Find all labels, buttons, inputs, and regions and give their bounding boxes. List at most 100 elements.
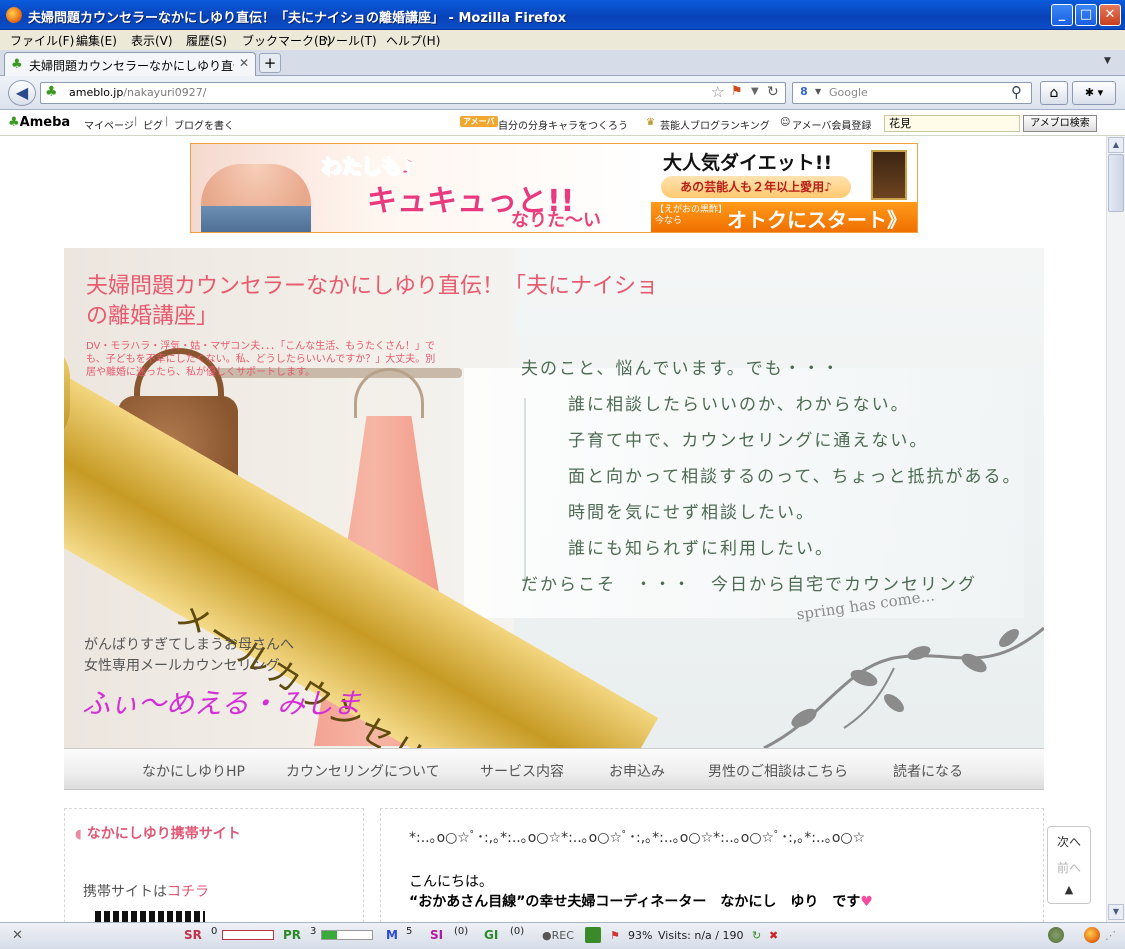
ameblo-search-button[interactable]: アメブロ検索 — [1023, 115, 1097, 132]
pin-icon: ◖ — [75, 827, 82, 842]
nav-hp[interactable]: なかにしゆりHP — [142, 761, 245, 781]
sidebar-mobile-line: 携帯サイトはコチラ — [83, 884, 209, 900]
tab-active[interactable]: ♣ 夫婦問題カウンセラーなかにしゆり直伝！「夫... ✕ — [4, 52, 256, 76]
menu-help[interactable]: ヘルプ(H) — [386, 32, 440, 49]
refresh-status-icon[interactable]: ↻ — [752, 929, 761, 942]
extension-button[interactable]: ✱ ▾ — [1072, 81, 1116, 105]
url-dropdown-icon[interactable]: ▼ — [751, 86, 759, 97]
ameba-link-pigg[interactable]: ピグ — [143, 117, 163, 132]
search-icon[interactable]: ⚲ — [1011, 83, 1022, 101]
flag-icon[interactable]: ⚑ — [731, 84, 743, 99]
window-titlebar: 夫婦問題カウンセラーなかにしゆり直伝！「夫にナイショの離婚講座」 - Mozil… — [0, 0, 1125, 30]
menu-view[interactable]: 表示(V) — [131, 32, 173, 49]
sr-bar — [222, 930, 274, 940]
copy-line-3: 子育て中で、カウンセリングに通えない。 — [568, 431, 929, 451]
maximize-button[interactable]: □ — [1075, 4, 1097, 26]
close-addon-bar-icon[interactable]: ✕ — [12, 928, 23, 943]
main-article: *:..｡o○☆ﾟ･:,｡*:..｡o○☆*:..｡o○☆ﾟ･:,｡*:..｡o… — [380, 808, 1044, 922]
site-identity-icon: ♣ — [45, 84, 58, 100]
mobile-site-link[interactable]: コチラ — [167, 884, 209, 900]
sidebar-heading: ◖ なかにしゆり携帯サイト — [75, 826, 241, 842]
zoom-level: 93% — [628, 929, 653, 942]
blog-title[interactable]: 夫婦問題カウンセラーなかにしゆり直伝！「夫にナイショの離婚講座」 — [86, 272, 676, 332]
minimize-button[interactable]: _ — [1051, 4, 1073, 26]
search-input[interactable]: Google — [829, 86, 868, 99]
pr-bar — [321, 930, 373, 940]
page-content: わたしも♪ キュキュっと!! なりた〜い 大人気ダイエット!! あの芸能人も２年… — [0, 136, 1106, 922]
reload-icon[interactable]: ↻ — [767, 84, 779, 100]
bookmark-star-icon[interactable]: ☆ — [711, 83, 724, 101]
menu-edit[interactable]: 編集(E) — [76, 32, 117, 49]
close-button[interactable]: ✕ — [1099, 4, 1121, 26]
ad-right-title: 大人気ダイエット!! — [663, 152, 833, 174]
rec-indicator[interactable]: ●REC — [542, 929, 574, 942]
firefox-status-icon[interactable] — [1084, 927, 1100, 943]
next-button[interactable]: 次へ — [1048, 833, 1090, 850]
window-title: 夫婦問題カウンセラーなかにしゆり直伝！「夫にナイショの離婚講座」 - Mozil… — [28, 11, 567, 26]
copy-line-7: だからこそ ・・・ 今日から自宅でカウンセリング — [521, 575, 977, 595]
scroll-thumb[interactable] — [1108, 154, 1124, 212]
register-link[interactable]: アメーバ会員登録 — [792, 117, 871, 132]
nav-apply[interactable]: お申込み — [609, 761, 665, 781]
ameba-logo[interactable]: ♣Ameba — [8, 115, 70, 130]
menu-bookmarks[interactable]: ブックマーク(B) — [242, 32, 332, 49]
tab-close-icon[interactable]: ✕ — [239, 56, 249, 70]
navigation-toolbar: ◀ ♣ ameblo.jp/nakayuri0927/ ☆ ⚑ ▼ ↻ 8 ▼ … — [0, 76, 1125, 110]
ameba-promo-link[interactable]: 自分の分身キャラをつくろう — [498, 117, 628, 132]
page-float-nav: 次へ 前へ ▲ — [1047, 826, 1091, 904]
si-label: SI — [430, 928, 444, 942]
pr-label: PR — [283, 928, 302, 942]
article-decoration: *:..｡o○☆ﾟ･:,｡*:..｡o○☆*:..｡o○☆ﾟ･:,｡*:..｡o… — [409, 830, 866, 846]
url-bar[interactable]: ♣ ameblo.jp/nakayuri0927/ ☆ ⚑ ▼ ↻ — [40, 82, 786, 104]
new-tab-button[interactable]: + — [259, 53, 281, 73]
vine-decoration — [763, 626, 1044, 748]
scroll-top-icon[interactable]: ▲ — [1048, 883, 1090, 896]
ameblo-search-input[interactable]: 花見 — [884, 115, 1020, 132]
copy-line-5: 時間を気にせず相談したい。 — [568, 503, 815, 523]
tab-list-icon[interactable]: ▼ — [1104, 56, 1111, 66]
menu-history[interactable]: 履歴(S) — [186, 32, 227, 49]
addon-icon[interactable] — [1048, 927, 1064, 943]
home-button[interactable]: ⌂ — [1040, 81, 1068, 105]
bug-icon: ✱ ▾ — [1084, 86, 1104, 99]
sr-label: SR — [184, 928, 202, 942]
engine-dropdown-icon[interactable]: ▼ — [815, 87, 821, 96]
search-bar[interactable]: 8 ▼ Google ⚲ — [792, 82, 1032, 104]
vertical-scrollbar[interactable]: ▲ ▼ — [1106, 136, 1125, 922]
blog-description: DV・モラハラ・浮気・姑・マザコン夫．．．「こんな生活、もうたくさん！」でも、子… — [86, 341, 436, 378]
ranking-link[interactable]: 芸能人ブログランキング — [660, 117, 770, 132]
article-intro: “おかあさん目線”の幸せ夫婦コーディネーター なかにし ゆり です♥ — [409, 894, 873, 910]
ameba-link-mypage[interactable]: マイページ — [84, 117, 134, 132]
nav-subscribe[interactable]: 読者になる — [893, 761, 963, 781]
nav-about-counseling[interactable]: カウンセリングについて — [286, 761, 440, 781]
scroll-down-icon[interactable]: ▼ — [1108, 904, 1124, 920]
pr-bar-fill — [322, 931, 337, 939]
tab-label: 夫婦問題カウンセラーなかにしゆり直伝！「夫... — [29, 59, 234, 73]
ameba-link-write[interactable]: ブログを書く — [174, 117, 234, 132]
header-subtitle-2: 女性専用メールカウンセリング — [84, 658, 280, 674]
resize-grip-icon[interactable]: ⋰ — [1105, 929, 1116, 942]
copy-line-2: 誰に相談したらいいのか、わからない。 — [568, 395, 910, 415]
nav-services[interactable]: サービス内容 — [480, 761, 564, 781]
ad-banner[interactable]: わたしも♪ キュキュっと!! なりた〜い 大人気ダイエット!! あの芸能人も２年… — [190, 143, 918, 233]
m-label: M — [386, 928, 398, 942]
blog-header: メールカウンセリング spring has come... 夫婦問題カウンセラー… — [64, 248, 1044, 748]
google-engine-icon[interactable]: 8 — [796, 85, 812, 101]
tab-bar: ♣ 夫婦問題カウンセラーなかにしゆり直伝！「夫... ✕ + ▼ — [0, 50, 1125, 76]
article-greeting: こんにちは。 — [409, 874, 493, 890]
menu-file[interactable]: ファイル(F) — [10, 32, 74, 49]
menu-tools[interactable]: ツール(T) — [324, 32, 377, 49]
nav-men-consult[interactable]: 男性のご相談はこちら — [708, 761, 848, 781]
prev-button[interactable]: 前へ — [1048, 859, 1090, 876]
ameba-leaf-icon: ♣ — [8, 115, 20, 130]
copy-line-1: 夫のこと、悩んでいます。でも・・・ — [521, 359, 841, 379]
copy-line-6: 誰にも知られずに利用したい。 — [568, 539, 834, 559]
scroll-up-icon[interactable]: ▲ — [1108, 137, 1124, 153]
status-bar: ✕ SR 0 PR 3 M 5 SI (0) GI (0) ●REC ⚑ 93%… — [0, 922, 1125, 949]
qr-code-image — [95, 911, 205, 922]
gi-value: (0) — [510, 926, 525, 937]
back-button[interactable]: ◀ — [8, 80, 36, 106]
stop-status-icon[interactable]: ✖ — [769, 929, 778, 942]
arrow-icon[interactable] — [585, 927, 601, 943]
firefox-icon — [6, 7, 22, 23]
